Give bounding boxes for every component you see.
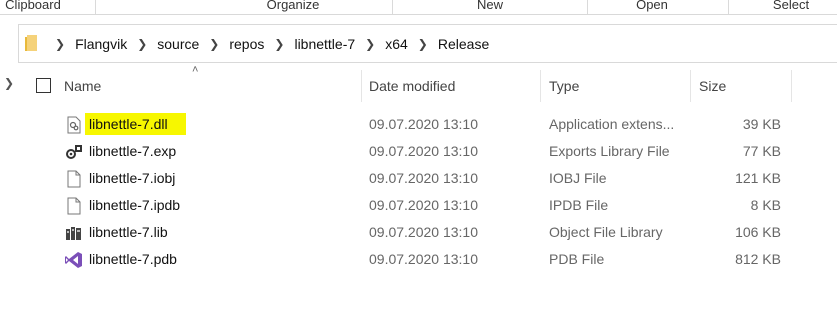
column-header-type[interactable]: Type bbox=[549, 70, 689, 102]
file-name[interactable]: libnettle-7.iobj bbox=[89, 165, 175, 192]
file-type: IOBJ File bbox=[549, 170, 607, 186]
file-date: 09.07.2020 13:10 bbox=[369, 116, 478, 132]
file-size: 106 KB bbox=[735, 224, 781, 240]
ribbon-divider bbox=[0, 14, 837, 15]
folder-icon bbox=[25, 35, 39, 51]
breadcrumb-item[interactable]: x64 bbox=[381, 36, 412, 52]
file-row[interactable]: libnettle-7.iobj 09.07.2020 13:10 IOBJ F… bbox=[44, 165, 804, 192]
column-separator[interactable] bbox=[791, 70, 792, 102]
breadcrumb-item[interactable]: libnettle-7 bbox=[290, 36, 359, 52]
file-date: 09.07.2020 13:10 bbox=[369, 143, 478, 159]
column-header-date-modified[interactable]: Date modified bbox=[369, 70, 539, 102]
file-size: 77 KB bbox=[742, 143, 781, 159]
file-size: 121 KB bbox=[735, 170, 781, 186]
chevron-right-icon[interactable]: ❯ bbox=[268, 37, 290, 51]
navigation-pane-edge: ❯ bbox=[0, 64, 18, 311]
file-type: Application extens... bbox=[549, 116, 675, 132]
dll-file-icon bbox=[65, 116, 83, 134]
ribbon-group-open: Open bbox=[636, 0, 668, 12]
file-name[interactable]: libnettle-7.exp bbox=[89, 138, 176, 165]
breadcrumb-item[interactable]: Flangvik bbox=[71, 36, 131, 52]
blank-file-icon bbox=[65, 170, 83, 188]
file-size: 812 KB bbox=[735, 251, 781, 267]
file-name[interactable]: libnettle-7.lib bbox=[89, 219, 168, 246]
breadcrumb: ❯ Flangvik ❯ source ❯ repos ❯ libnettle-… bbox=[49, 25, 493, 62]
file-row[interactable]: libnettle-7.dll 09.07.2020 13:10 Applica… bbox=[44, 111, 804, 138]
visual-studio-pdb-icon bbox=[65, 251, 83, 269]
ribbon-group-select: Select bbox=[772, 0, 810, 12]
file-row[interactable]: libnettle-7.ipdb 09.07.2020 13:10 IPDB F… bbox=[44, 192, 804, 219]
blank-file-icon bbox=[65, 197, 83, 215]
file-size: 39 KB bbox=[742, 116, 781, 132]
chevron-right-icon[interactable]: ❯ bbox=[131, 37, 153, 51]
file-name-highlight: libnettle-7.dll bbox=[85, 113, 186, 135]
file-type: Exports Library File bbox=[549, 143, 670, 159]
file-row[interactable]: libnettle-7.exp 09.07.2020 13:10 Exports… bbox=[44, 138, 804, 165]
file-date: 09.07.2020 13:10 bbox=[369, 251, 478, 267]
ribbon-group-clipboard: Clipboard bbox=[5, 0, 61, 12]
column-separator[interactable] bbox=[361, 70, 362, 102]
file-size: 8 KB bbox=[750, 197, 781, 213]
column-separator[interactable] bbox=[690, 70, 691, 102]
file-row[interactable]: libnettle-7.lib 09.07.2020 13:10 Object … bbox=[44, 219, 804, 246]
file-name[interactable]: libnettle-7.ipdb bbox=[89, 192, 180, 219]
column-separator[interactable] bbox=[540, 70, 541, 102]
ribbon-group-new: New bbox=[476, 0, 503, 12]
breadcrumb-item[interactable]: repos bbox=[225, 36, 268, 52]
column-header-name[interactable]: Name bbox=[64, 70, 354, 102]
file-name[interactable]: libnettle-7.dll bbox=[85, 111, 186, 138]
select-all-checkbox[interactable] bbox=[36, 78, 51, 93]
file-date: 09.07.2020 13:10 bbox=[369, 170, 478, 186]
address-bar[interactable]: ❯ Flangvik ❯ source ❯ repos ❯ libnettle-… bbox=[18, 24, 837, 63]
file-type: IPDB File bbox=[549, 197, 609, 213]
file-date: 09.07.2020 13:10 bbox=[369, 224, 478, 240]
breadcrumb-item[interactable]: source bbox=[153, 36, 203, 52]
file-name[interactable]: libnettle-7.pdb bbox=[89, 246, 177, 273]
chevron-right-icon[interactable]: ❯ bbox=[412, 37, 434, 51]
column-header-size[interactable]: Size bbox=[699, 70, 789, 102]
exp-file-icon bbox=[65, 143, 83, 161]
chevron-right-icon[interactable]: ❯ bbox=[4, 76, 14, 90]
file-type: PDB File bbox=[549, 251, 605, 267]
file-date: 09.07.2020 13:10 bbox=[369, 197, 478, 213]
ribbon-group-labels: Clipboard Organize New Open Select bbox=[0, 0, 837, 14]
chevron-right-icon[interactable]: ❯ bbox=[49, 37, 71, 51]
file-row[interactable]: libnettle-7.pdb 09.07.2020 13:10 PDB Fil… bbox=[44, 246, 804, 273]
breadcrumb-item[interactable]: Release bbox=[434, 36, 493, 52]
chevron-right-icon[interactable]: ❯ bbox=[203, 37, 225, 51]
file-type: Object File Library bbox=[549, 224, 663, 240]
chevron-right-icon[interactable]: ❯ bbox=[359, 37, 381, 51]
lib-file-icon bbox=[65, 224, 83, 242]
